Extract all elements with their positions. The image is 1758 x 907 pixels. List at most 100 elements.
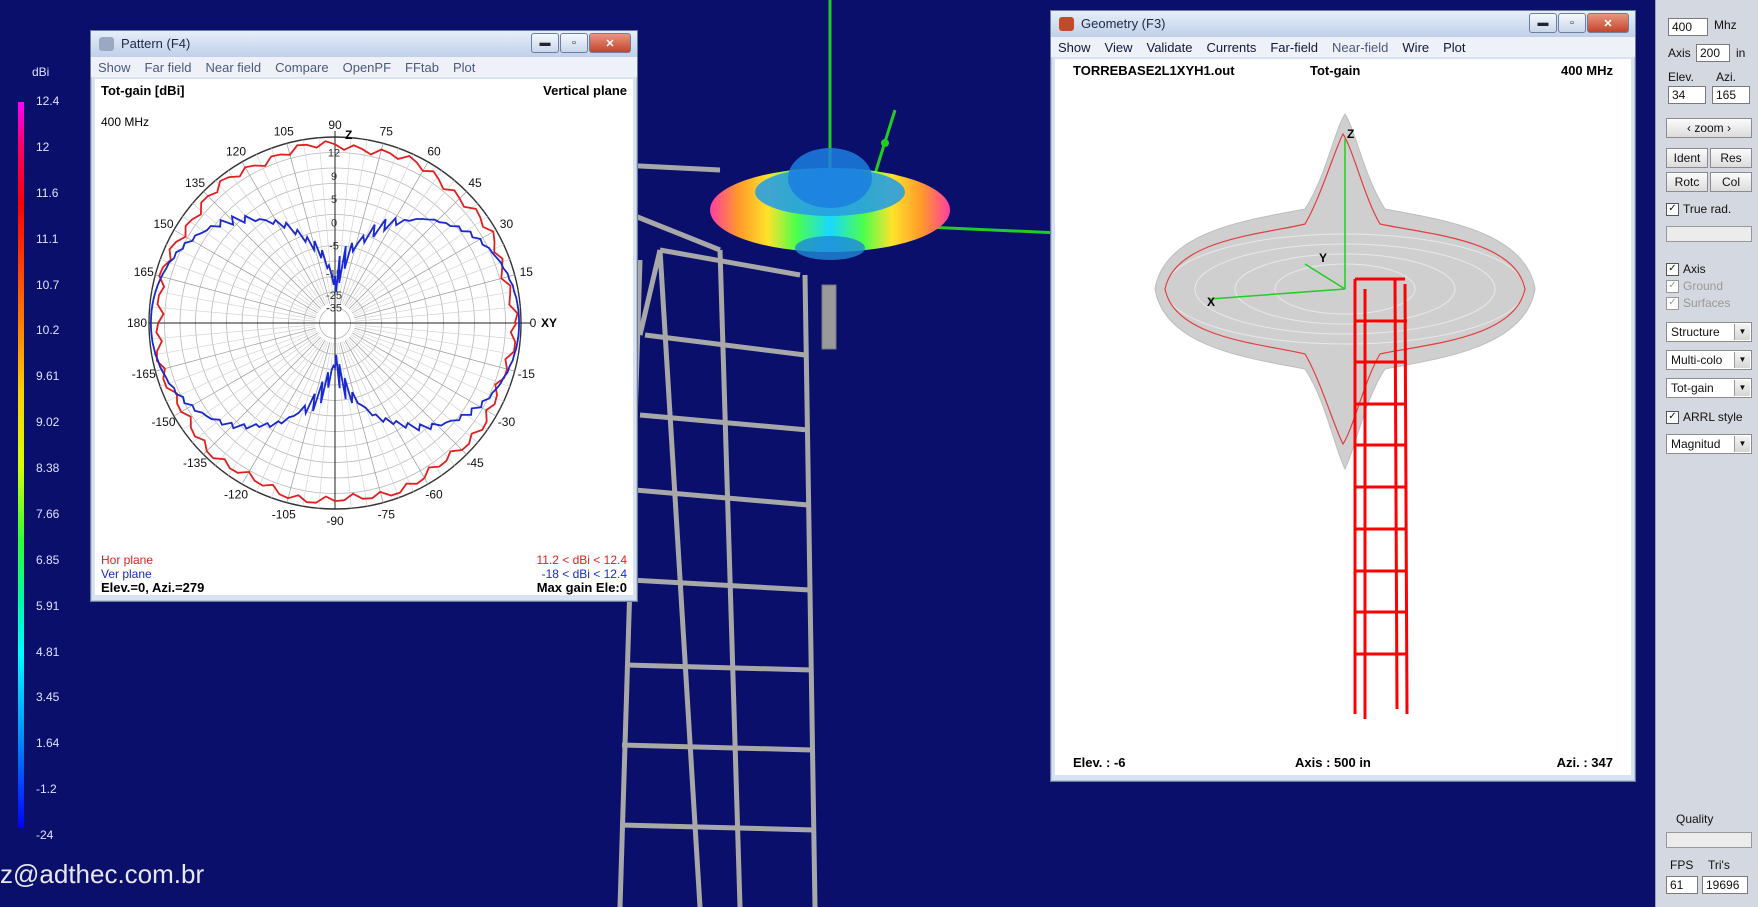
menu-item[interactable]: Validate	[1139, 40, 1199, 55]
polar-grid-spoke	[346, 339, 442, 476]
scale-tick-label: -1.2	[36, 782, 57, 797]
geometry-view[interactable]: TORREBASE2L1XYH1.out Tot-gain 400 MHz Z …	[1055, 59, 1631, 775]
axis-size-input[interactable]: 200	[1696, 44, 1730, 62]
polar-grid-spoke	[348, 191, 467, 310]
polar-grid-spoke	[338, 139, 368, 304]
polar-grid-spoke	[166, 244, 318, 315]
polar-grid-spoke	[344, 340, 429, 485]
geometry-window-icon	[1059, 17, 1074, 31]
range-hor-plane: 11.2 < dBi < 12.4	[536, 553, 627, 567]
polar-angle-label: 45	[468, 176, 482, 190]
polar-grid-spoke	[352, 229, 497, 314]
polar-ring-label: 9	[331, 171, 337, 183]
geometry-window[interactable]: Geometry (F3) ▬ ▫ ✕ Show View Validate Curr…	[1050, 10, 1636, 782]
polar-angle-label: 120	[226, 145, 246, 159]
polar-grid-spoke	[352, 331, 504, 402]
polar-grid-spoke	[166, 331, 318, 402]
polar-grid-spoke	[354, 327, 515, 372]
polar-grid-spoke	[173, 332, 318, 417]
scale-bar	[18, 102, 24, 828]
scale-tick-label: 6.85	[36, 552, 60, 567]
polar-angle-label: -45	[466, 456, 484, 470]
quality-slider[interactable]	[1666, 832, 1752, 848]
legend-hor-plane: Hor plane	[101, 553, 154, 567]
polar-angle-label: 60	[427, 145, 441, 159]
frequency-input[interactable]: 400	[1668, 18, 1708, 36]
menu-item[interactable]: Far-field	[1263, 40, 1325, 55]
maximize-button[interactable]: ▫	[560, 33, 588, 53]
menu-item[interactable]: Show	[1051, 40, 1098, 55]
menu-item[interactable]: Plot	[446, 60, 482, 75]
minimize-button[interactable]: ▬	[531, 33, 559, 53]
menu-item[interactable]: Near-field	[1325, 40, 1395, 55]
checkbox-icon: ✓	[1666, 296, 1679, 310]
zoom-control[interactable]: ‹ zoom ›	[1666, 118, 1752, 138]
ident-button[interactable]: Ident	[1666, 148, 1708, 168]
polar-grid-spoke	[338, 342, 368, 507]
polar-z-label: Z	[345, 128, 352, 142]
pattern-window[interactable]: Pattern (F4) ▬ ▫ ✕ Show Far field Near fie…	[90, 30, 638, 602]
polar-angle-label: -150	[152, 415, 176, 429]
polar-grid-spoke	[348, 336, 467, 455]
true-rad-slider[interactable]	[1666, 226, 1752, 242]
scale-unit: dBi	[32, 65, 50, 79]
polar-angle-label: 165	[134, 265, 154, 279]
scale-tick-label: 7.66	[36, 506, 60, 521]
scale-tick-label: 11.6	[36, 185, 59, 200]
polar-xy-label: XY	[541, 316, 557, 330]
menu-item[interactable]: Near field	[199, 60, 269, 75]
polar-grid-spoke	[354, 290, 519, 320]
menu-item[interactable]: FFtab	[398, 60, 446, 75]
maximize-button[interactable]: ▫	[1558, 13, 1586, 33]
close-button[interactable]: ✕	[1587, 13, 1629, 33]
geometry-titlebar[interactable]: Geometry (F3) ▬ ▫ ✕	[1051, 11, 1635, 37]
axis-checkbox[interactable]: ✓ Axis	[1666, 262, 1706, 276]
menu-item[interactable]: Plot	[1436, 40, 1472, 55]
elev-input[interactable]: 34	[1668, 86, 1706, 104]
polar-grid-spoke	[241, 161, 326, 306]
menu-item[interactable]: Show	[91, 60, 138, 75]
azi-input[interactable]: 165	[1712, 86, 1750, 104]
menu-item[interactable]: Wire	[1395, 40, 1436, 55]
true-rad-checkbox[interactable]: ✓ True rad.	[1666, 202, 1731, 216]
polar-angle-label: -120	[224, 487, 248, 501]
polar-angle-label: -165	[132, 367, 156, 381]
polar-ring-label: -25	[326, 290, 342, 302]
gain-type-select[interactable]: Tot-gain ▼	[1666, 378, 1752, 398]
minimize-button[interactable]: ▬	[1529, 13, 1557, 33]
rotc-button[interactable]: Rotc	[1666, 172, 1708, 192]
menu-item[interactable]: Currents	[1200, 40, 1264, 55]
frequency-unit: Mhz	[1714, 18, 1737, 32]
res-button[interactable]: Res	[1710, 148, 1752, 168]
magnitude-select[interactable]: Magnitud ▼	[1666, 434, 1752, 454]
polar-grid-spoke	[352, 332, 497, 417]
legend-ver-plane: Ver plane	[101, 567, 152, 581]
polar-grid-spoke	[339, 342, 384, 503]
close-button[interactable]: ✕	[589, 33, 631, 53]
range-ver-plane: -18 < dBi < 12.4	[541, 567, 627, 581]
polar-plot: 90 75604530150-15-30-45-60-75-90-105-120-…	[127, 118, 557, 528]
col-button[interactable]: Col	[1710, 172, 1752, 192]
menu-item[interactable]: View	[1098, 40, 1140, 55]
menu-item[interactable]: OpenPF	[336, 60, 398, 75]
polar-angle-label: -105	[272, 507, 296, 521]
display-select[interactable]: Structure ▼	[1666, 322, 1752, 342]
pattern-titlebar[interactable]: Pattern (F4) ▬ ▫ ✕	[91, 31, 637, 57]
polar-ring-label: -5	[329, 241, 339, 253]
ground-checkbox: ✓ Ground	[1666, 279, 1723, 293]
fps-label: FPS	[1670, 858, 1694, 872]
polar-grid-spoke	[182, 334, 319, 430]
color-mode-select[interactable]: Multi-colo ▼	[1666, 350, 1752, 370]
menu-item[interactable]: Far field	[138, 60, 199, 75]
chevron-down-icon: ▼	[1734, 380, 1750, 396]
scale-tick-label: 5.91	[36, 598, 60, 613]
chevron-down-icon: ▼	[1734, 324, 1750, 340]
polar-ring-label: 5	[331, 194, 337, 206]
polar-angle-label: 150	[154, 217, 174, 231]
arrl-style-checkbox[interactable]: ✓ ARRL style	[1666, 410, 1743, 424]
menu-item[interactable]: Compare	[268, 60, 335, 75]
zoom-label: zoom	[1694, 121, 1724, 135]
polar-angle-label: 180	[127, 316, 147, 330]
max-gain: Max gain Ele:0	[536, 580, 627, 595]
polar-grid-spoke	[352, 244, 504, 315]
